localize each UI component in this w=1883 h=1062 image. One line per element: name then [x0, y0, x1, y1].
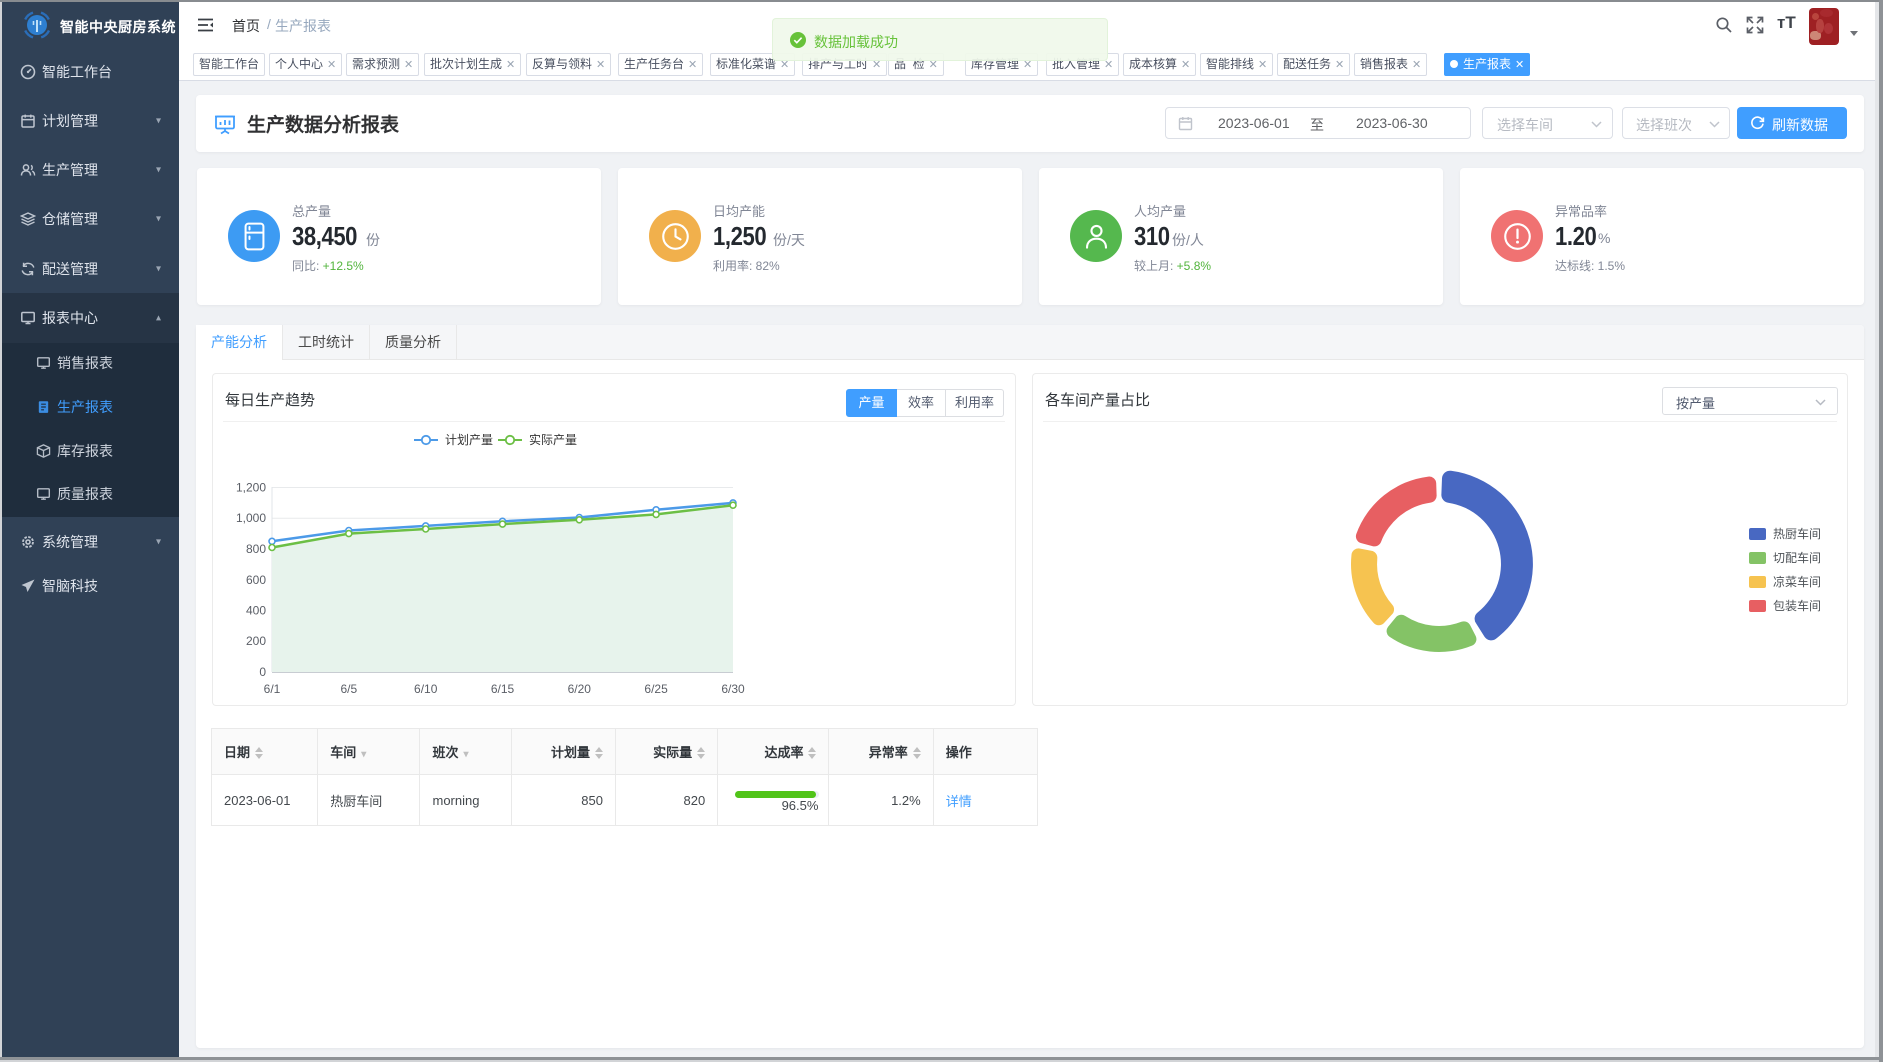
- svg-text:6/30: 6/30: [721, 682, 745, 696]
- svg-text:1,200: 1,200: [236, 481, 266, 495]
- svg-text:计划产量: 计划产量: [445, 433, 493, 447]
- svg-text:6/25: 6/25: [644, 682, 668, 696]
- svg-text:0: 0: [259, 665, 266, 679]
- svg-text:凉菜车间: 凉菜车间: [1773, 574, 1821, 589]
- svg-text:800: 800: [246, 542, 266, 556]
- svg-text:6/15: 6/15: [491, 682, 515, 696]
- svg-text:6/1: 6/1: [264, 682, 281, 696]
- svg-text:6/20: 6/20: [568, 682, 592, 696]
- svg-text:包装车间: 包装车间: [1773, 598, 1821, 613]
- svg-text:400: 400: [246, 604, 266, 618]
- svg-text:热厨车间: 热厨车间: [1773, 526, 1821, 541]
- svg-text:实际产量: 实际产量: [529, 432, 577, 447]
- svg-text:切配车间: 切配车间: [1773, 550, 1821, 565]
- svg-text:6/10: 6/10: [414, 682, 438, 696]
- svg-text:600: 600: [246, 573, 266, 587]
- svg-text:200: 200: [246, 634, 266, 648]
- svg-text:6/5: 6/5: [340, 682, 357, 696]
- svg-text:1,000: 1,000: [236, 511, 266, 525]
